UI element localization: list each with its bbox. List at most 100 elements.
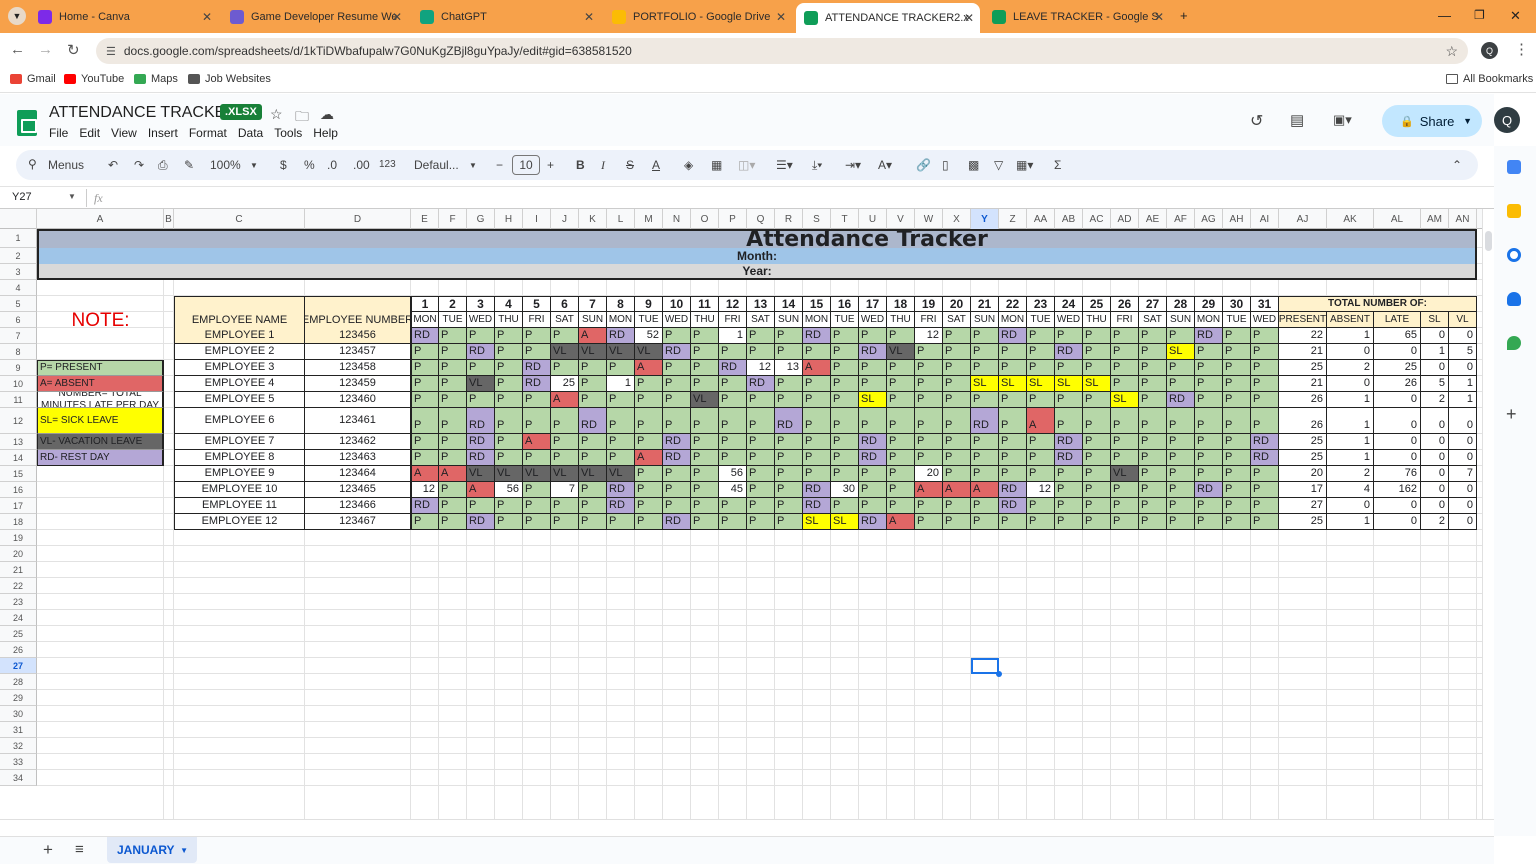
attendance-cell[interactable]: RD [1167, 392, 1195, 408]
attendance-cell[interactable]: P [1083, 344, 1111, 360]
attendance-cell[interactable]: P [887, 482, 915, 498]
attendance-cell[interactable]: P [887, 328, 915, 344]
attendance-cell[interactable]: P [1055, 498, 1083, 514]
column-header[interactable]: W [915, 209, 943, 229]
column-header[interactable]: AD [1111, 209, 1139, 229]
selected-cell-outline[interactable] [971, 658, 999, 674]
attendance-cell[interactable]: P [775, 498, 803, 514]
attendance-cell[interactable]: P [1223, 498, 1251, 514]
attendance-cell[interactable]: P [775, 450, 803, 466]
attendance-cell[interactable]: P [1251, 408, 1279, 434]
column-header[interactable]: N [663, 209, 691, 229]
attendance-cell[interactable]: RD [803, 498, 831, 514]
attendance-cell[interactable]: RD [999, 328, 1027, 344]
attendance-cell[interactable]: 12 [747, 360, 775, 376]
row-header[interactable]: 8 [0, 344, 37, 360]
total-cell[interactable]: 0 [1449, 434, 1477, 450]
attendance-cell[interactable]: P [831, 392, 859, 408]
attendance-cell[interactable]: P [915, 408, 943, 434]
row-header[interactable]: 11 [0, 392, 37, 408]
employee-name[interactable]: EMPLOYEE 4 [174, 376, 305, 392]
attendance-cell[interactable]: VL [495, 466, 523, 482]
column-header[interactable]: I [523, 209, 551, 229]
attendance-cell[interactable]: P [915, 498, 943, 514]
attendance-cell[interactable]: P [523, 450, 551, 466]
filter-icon[interactable]: ▽ [994, 158, 1003, 172]
bold-icon[interactable]: B [576, 158, 585, 172]
attendance-cell[interactable]: P [523, 482, 551, 498]
attendance-cell[interactable]: P [1139, 514, 1167, 530]
browser-tab[interactable]: ATTENDANCE TRACKER2.xlsx - Google Sheets… [796, 3, 980, 33]
attendance-cell[interactable]: A [467, 482, 495, 498]
attendance-cell[interactable]: P [1083, 482, 1111, 498]
attendance-cell[interactable]: P [747, 482, 775, 498]
functions-icon[interactable]: Σ [1054, 158, 1061, 172]
attendance-cell[interactable]: P [1111, 344, 1139, 360]
attendance-cell[interactable]: P [971, 360, 999, 376]
attendance-cell[interactable]: P [495, 328, 523, 344]
row-header[interactable]: 20 [0, 546, 37, 562]
attendance-cell[interactable]: P [495, 434, 523, 450]
attendance-cell[interactable]: P [1195, 450, 1223, 466]
attendance-cell[interactable]: P [943, 466, 971, 482]
attendance-cell[interactable]: P [943, 450, 971, 466]
attendance-cell[interactable]: RD [663, 434, 691, 450]
attendance-cell[interactable]: P [971, 498, 999, 514]
column-header[interactable]: G [467, 209, 495, 229]
undo-icon[interactable]: ↶ [108, 158, 118, 172]
attendance-cell[interactable]: P [747, 344, 775, 360]
attendance-cell[interactable]: VL [467, 376, 495, 392]
attendance-cell[interactable]: RD [607, 498, 635, 514]
attendance-cell[interactable]: RD [411, 328, 439, 344]
attendance-cell[interactable]: P [1167, 514, 1195, 530]
attendance-cell[interactable]: P [719, 392, 747, 408]
attendance-cell[interactable]: A [551, 392, 579, 408]
name-box[interactable]: Y27 [12, 191, 32, 203]
column-header[interactable]: AH [1223, 209, 1251, 229]
column-header[interactable]: T [831, 209, 859, 229]
column-header[interactable]: AG [1195, 209, 1223, 229]
column-header[interactable]: H [495, 209, 523, 229]
tasks-icon[interactable] [1507, 248, 1521, 262]
attendance-cell[interactable]: P [887, 360, 915, 376]
column-header[interactable]: AN [1449, 209, 1477, 229]
attendance-cell[interactable]: P [635, 434, 663, 450]
text-rotation-icon[interactable]: A▾ [878, 158, 892, 172]
attendance-cell[interactable]: P [1195, 514, 1223, 530]
attendance-cell[interactable]: P [943, 376, 971, 392]
attendance-cell[interactable]: A [579, 328, 607, 344]
browser-tab[interactable]: Home - Canva ✕ [30, 5, 218, 29]
attendance-cell[interactable]: P [943, 344, 971, 360]
column-header[interactable]: AA [1027, 209, 1055, 229]
employee-name[interactable]: EMPLOYEE 12 [174, 514, 305, 530]
attendance-cell[interactable]: P [663, 498, 691, 514]
attendance-cell[interactable]: P [775, 376, 803, 392]
attendance-cell[interactable]: RD [663, 450, 691, 466]
attendance-cell[interactable]: P [691, 514, 719, 530]
attendance-cell[interactable]: P [495, 360, 523, 376]
attendance-cell[interactable]: P [1027, 450, 1055, 466]
attendance-cell[interactable]: P [1027, 344, 1055, 360]
attendance-cell[interactable]: 25 [551, 376, 579, 392]
total-cell[interactable]: 25 [1374, 360, 1421, 376]
attendance-cell[interactable]: P [943, 498, 971, 514]
attendance-cell[interactable]: RD [411, 498, 439, 514]
attendance-cell[interactable]: P [495, 408, 523, 434]
row-header[interactable]: 18 [0, 514, 37, 530]
attendance-cell[interactable]: P [887, 498, 915, 514]
minimize-icon[interactable]: — [1438, 8, 1451, 23]
total-cell[interactable]: 0 [1449, 450, 1477, 466]
attendance-cell[interactable]: P [999, 434, 1027, 450]
attendance-cell[interactable]: P [803, 376, 831, 392]
bookmark-item[interactable]: YouTube [64, 73, 124, 85]
attendance-cell[interactable]: P [1111, 498, 1139, 514]
row-header[interactable]: 12 [0, 408, 37, 434]
attendance-cell[interactable]: P [691, 482, 719, 498]
attendance-cell[interactable]: P [831, 328, 859, 344]
attendance-cell[interactable]: SL [1055, 376, 1083, 392]
attendance-cell[interactable]: P [467, 328, 495, 344]
attendance-cell[interactable]: P [1027, 514, 1055, 530]
attendance-cell[interactable]: SL [831, 514, 859, 530]
attendance-cell[interactable]: P [719, 376, 747, 392]
print-icon[interactable]: ⎙ [158, 158, 168, 173]
